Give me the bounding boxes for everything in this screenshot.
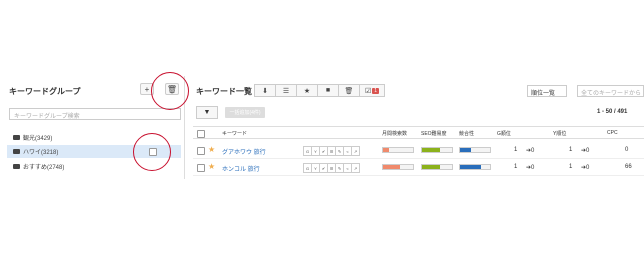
col-seo: SEO難易度 — [421, 131, 447, 137]
competition-fill — [460, 165, 481, 169]
list-button[interactable]: ☰ — [275, 84, 297, 97]
g-rank: 1 — [514, 164, 518, 170]
seo-bar — [421, 147, 453, 153]
star-icon: ★ — [303, 87, 311, 95]
col-keyword: キーワード — [222, 131, 248, 137]
competition-bar — [459, 147, 491, 153]
col-cpc: CPC — [607, 130, 618, 136]
folder-icon — [13, 149, 20, 154]
selected-count-badge: 1 — [372, 87, 380, 94]
download-icon: ⬇ — [262, 87, 268, 95]
folder-icon — [13, 135, 20, 140]
y-rank: 1 — [569, 147, 573, 153]
group-label: 観光(3429) — [23, 136, 53, 142]
volume-bar — [382, 147, 414, 153]
folder-icon: ■ — [325, 87, 331, 94]
pagination-info: 1 - 50 / 491 — [597, 109, 628, 115]
row-actions: G Y ✔ ☰ ✎ < ↗ — [303, 163, 360, 173]
sort-select[interactable]: 順位一覧 — [527, 85, 567, 97]
checked-button[interactable]: ☑ 1 — [359, 84, 385, 97]
seo-fill — [422, 148, 440, 152]
keyword-table-header: キーワード 月間検索数 SEO難易度 競合性 G順位 Y順位 CPC — [193, 126, 644, 139]
col-g-rank: G順位 — [497, 131, 511, 137]
seo-fill — [422, 165, 440, 169]
y-rank: 1 — [569, 164, 573, 170]
competition-fill — [460, 148, 471, 152]
row-actions: G Y ✔ ☰ ✎ < ↗ — [303, 146, 360, 156]
y-change: ➔0 — [581, 148, 590, 154]
keyword-search-input[interactable]: 全てのキーワードから — [577, 85, 644, 97]
trash-icon: 🗑 — [344, 87, 354, 95]
row-checkbox[interactable] — [197, 164, 205, 172]
list-icon: ☰ — [282, 87, 290, 95]
chart-icon[interactable]: ↗ — [351, 163, 360, 173]
g-rank: 1 — [514, 147, 518, 153]
star-button[interactable]: ★ — [296, 84, 318, 97]
cpc-value: 66 — [625, 164, 632, 170]
group-label: おすすめ(2748) — [23, 165, 65, 171]
group-search-input[interactable]: キーワードグループ検索 — [9, 108, 181, 120]
trash-button[interactable]: 🗑 — [338, 84, 360, 97]
folder-button[interactable]: ■ — [317, 84, 339, 97]
download-button[interactable]: ⬇ — [254, 84, 276, 97]
keyword-link[interactable]: ホンコル 旅行 — [222, 164, 260, 173]
check-icon: ☑ — [364, 87, 372, 95]
g-change: ➔0 — [526, 148, 535, 154]
cpc-value: 0 — [625, 147, 629, 153]
keyword-link[interactable]: グアホワウ 旅行 — [222, 147, 266, 156]
filter-button[interactable]: ▼ — [196, 106, 218, 119]
table-row: ★ ホンコル 旅行 G Y ✔ ☰ ✎ < ↗ 1 ➔0 1 ➔0 66 — [193, 159, 644, 176]
volume-bar — [382, 164, 414, 170]
keyword-group-title: キーワードグループ — [9, 87, 81, 96]
bulk-add-button[interactable]: 一括追加(4件) — [225, 107, 265, 118]
select-all-checkbox[interactable] — [197, 130, 205, 138]
star-icon[interactable]: ★ — [208, 145, 215, 154]
chart-icon[interactable]: ↗ — [351, 146, 360, 156]
highlight-circle-checkbox — [133, 133, 171, 171]
row-checkbox[interactable] — [197, 147, 205, 155]
competition-bar — [459, 164, 491, 170]
table-row: ★ グアホワウ 旅行 G Y ✔ ☰ ✎ < ↗ 1 ➔0 1 ➔0 0 — [193, 142, 644, 159]
volume-fill — [383, 148, 389, 152]
plus-icon: + — [144, 84, 150, 94]
col-competition: 競合性 — [459, 131, 475, 137]
folder-icon — [13, 164, 20, 169]
col-volume: 月間検索数 — [382, 131, 408, 137]
keyword-toolbar: ⬇ ☰ ★ ■ 🗑 ☑ 1 — [254, 84, 385, 97]
col-y-rank: Y順位 — [553, 131, 567, 137]
seo-bar — [421, 164, 453, 170]
highlight-circle-trash — [151, 72, 189, 110]
volume-fill — [383, 165, 400, 169]
keyword-list-title: キーワード一覧 — [196, 87, 252, 96]
g-change: ➔0 — [526, 165, 535, 171]
y-change: ➔0 — [581, 165, 590, 171]
group-label: ハワイ(3218) — [23, 150, 59, 156]
filter-icon: ▼ — [203, 109, 211, 116]
star-icon[interactable]: ★ — [208, 162, 215, 171]
